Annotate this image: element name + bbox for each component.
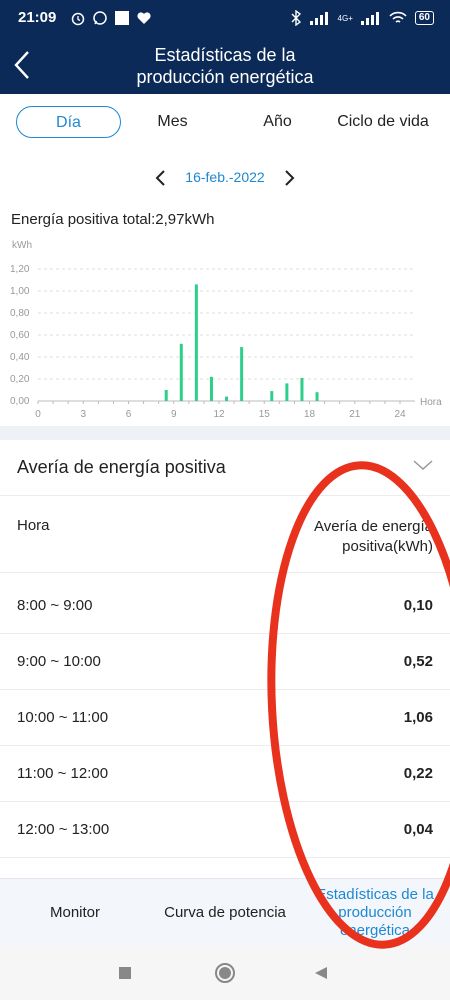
wifi-icon [389,11,407,23]
x-tick-label: 6 [126,409,132,420]
bluetooth-icon [291,10,301,26]
row-value: 0,10 [403,597,433,614]
chart-bar[interactable] [315,392,319,401]
section-divider [0,426,450,440]
x-tick-label: 18 [304,409,316,420]
chart-bar[interactable] [240,347,244,401]
table-row: 9:00 ~ 10:00 0,52 [0,634,450,690]
recent-apps-icon[interactable] [117,965,133,981]
breakdown-section-header[interactable]: Avería de energía positiva [0,440,450,496]
nav-curva-de-potencia[interactable]: Curva de potencia [150,879,300,947]
page-title-line2: producción energética [136,67,314,87]
y-tick-label: 1,00 [10,286,30,297]
y-tick-label: 0,00 [10,396,30,407]
page-title-line1: Estadísticas de la [154,45,296,65]
nav-estadisticas[interactable]: Estadísticas de la producción energética [300,879,450,947]
row-value: 0,04 [403,821,433,838]
breakdown-column-headers: Hora Avería de energía positiva(kWh) [0,497,450,573]
chart-bar[interactable] [300,377,304,401]
row-hour: 12:00 ~ 13:00 [17,821,110,838]
battery-indicator: 60 [414,11,434,25]
network-type-label: 4G+ [337,13,353,23]
x-tick-label: 15 [259,409,271,420]
y-axis-label: kWh [12,240,32,251]
bottom-navigation: Monitor Curva de potencia Estadísticas d… [0,878,450,946]
x-tick-label: 24 [394,409,406,420]
column-header-hour: Hora [17,517,50,534]
y-tick-label: 1,20 [10,264,30,275]
row-hour: 8:00 ~ 9:00 [17,597,93,614]
status-time: 21:09 [18,9,57,26]
chart-bar[interactable] [270,391,274,401]
x-tick-label: 0 [35,409,41,420]
x-tick-label: 12 [213,409,225,420]
status-right-icons: 4G+ 60 [290,10,434,26]
next-date-icon[interactable] [280,168,298,188]
table-row: 8:00 ~ 9:00 0,10 [0,578,450,634]
system-navigation-bar [0,946,450,1000]
tab-ciclo-de-vida[interactable]: Ciclo de vida [328,106,438,138]
row-value: 0,52 [403,653,433,670]
current-date[interactable]: 16-feb.-2022 [165,169,285,185]
breakdown-table: 8:00 ~ 9:00 0,10 9:00 ~ 10:00 0,52 10:00 ~… [0,578,450,858]
chevron-down-icon[interactable] [412,456,434,474]
x-tick-label: 9 [171,409,177,420]
y-tick-label: 0,60 [10,330,30,341]
date-selector: 16-feb.-2022 [0,164,450,192]
row-hour: 11:00 ~ 12:00 [17,765,109,782]
image-icon [115,11,129,25]
column-header-value: Avería de energía positiva(kWh) [314,518,433,555]
chart-bar[interactable] [285,383,289,401]
x-tick-label: 3 [80,409,86,420]
tab-dia[interactable]: Día [16,106,121,138]
energy-bar-chart: kWh 0,00 0,20 0,40 0,60 0,80 1,00 1,20 0 3 6 9 12 1… [10,240,442,420]
page-title: Estadísticas de la producción energética [60,44,390,88]
back-nav-icon[interactable] [313,965,329,981]
table-row: 11:00 ~ 12:00 0,22 [0,746,450,802]
heart-app-icon [137,12,151,24]
alarm-icon [71,12,85,26]
x-tick-label: 21 [349,409,361,420]
tab-ano[interactable]: Año [245,106,310,138]
chart-bar[interactable] [179,343,183,401]
breakdown-title: Avería de energía positiva [17,457,226,477]
chart-bar[interactable] [164,390,168,401]
chart-bar[interactable] [209,376,213,401]
y-tick-label: 0,20 [10,374,30,385]
chart-bar[interactable] [225,396,229,401]
period-tabs: Día Mes Año Ciclo de vida [0,104,450,140]
signal-icon [309,12,328,25]
chart-bar[interactable] [194,284,198,401]
y-tick-label: 0,80 [10,308,30,319]
total-energy-label: Energía positiva total:2,97kWh [11,211,215,228]
home-icon[interactable] [214,962,236,984]
row-hour: 9:00 ~ 10:00 [17,653,101,670]
status-bar: 21:09 4G+ 60 [0,0,450,36]
app-header: Estadísticas de la producción energética [0,36,450,94]
table-row: 12:00 ~ 13:00 0,04 [0,802,450,858]
row-hour: 10:00 ~ 11:00 [17,709,109,726]
back-arrow-icon[interactable] [10,48,34,82]
signal-icon-2 [360,12,379,25]
x-axis-label: Hora [420,397,442,408]
tab-mes[interactable]: Mes [140,106,205,138]
table-row: 10:00 ~ 11:00 1,06 [0,690,450,746]
y-tick-label: 0,40 [10,352,30,363]
row-value: 1,06 [403,709,433,726]
whatsapp-icon [93,11,107,25]
status-left-icons [70,10,152,26]
nav-monitor[interactable]: Monitor [0,879,150,947]
row-value: 0,22 [403,765,433,782]
